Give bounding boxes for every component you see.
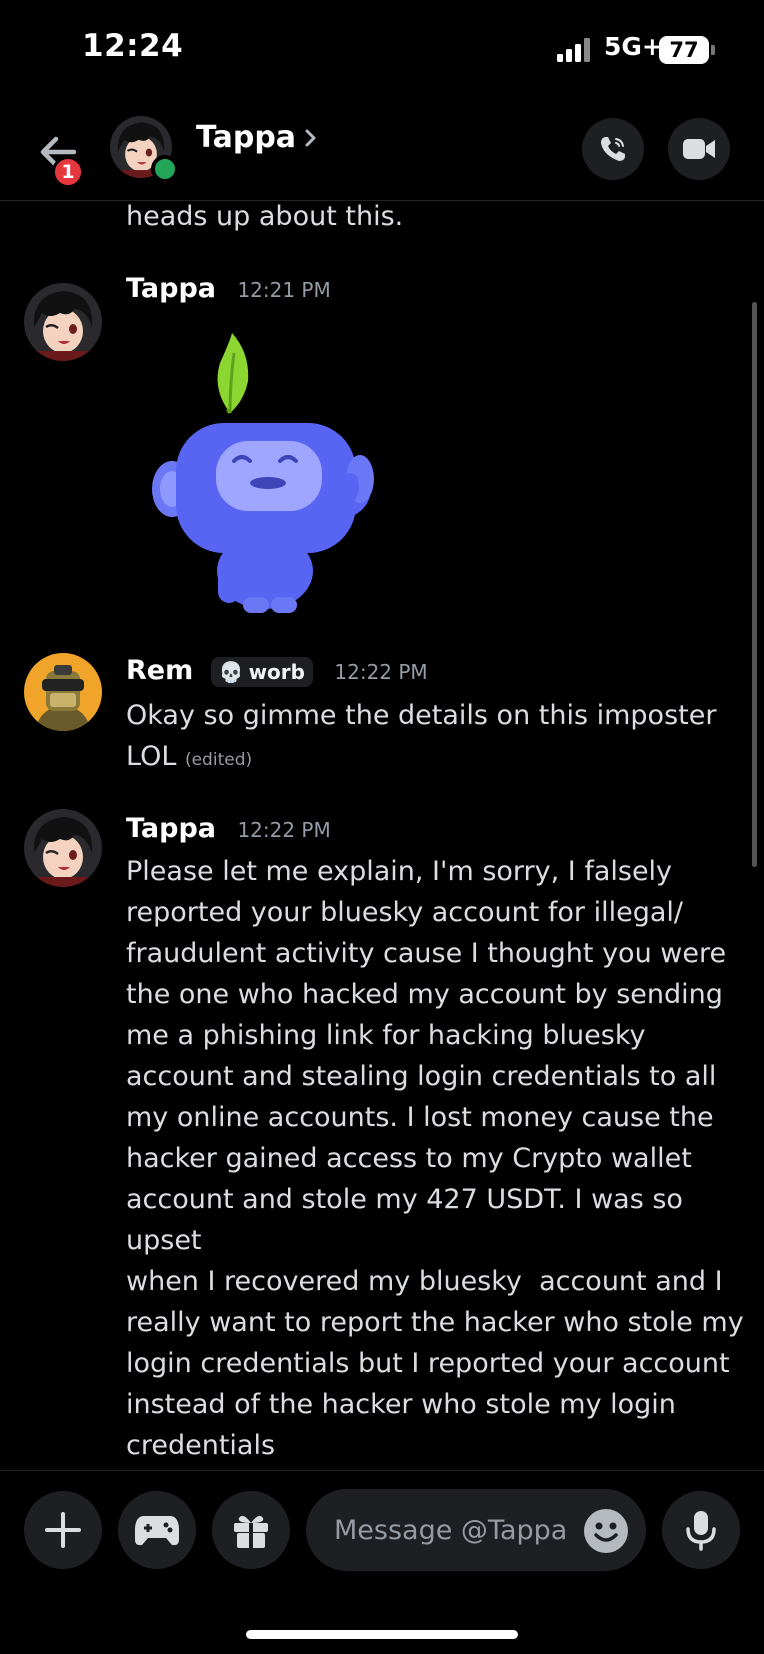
server-tag-label: worb (248, 659, 305, 684)
battery-nub (711, 45, 715, 55)
wumpus-waving-sticker[interactable] (150, 331, 390, 621)
unread-badge: 1 (52, 156, 84, 188)
timestamp: 12:22 PM (237, 818, 331, 842)
voice-call-button[interactable] (582, 118, 644, 180)
status-time: 12:24 (82, 28, 184, 64)
add-attachment-button[interactable] (24, 1491, 102, 1569)
message-line: account and stole my 427 USDT. I was so … (126, 1184, 683, 1256)
message-line: account and stealing login credentials t… (126, 1061, 717, 1092)
message-text: Okay so gimme the details on this impost… (126, 695, 746, 781)
timestamp: 12:22 PM (334, 660, 428, 684)
avatar[interactable] (24, 809, 102, 887)
page-title[interactable]: Tappa (196, 120, 296, 155)
message-text: Please let me explain, I'm sorry, I fals… (126, 851, 756, 1466)
avatar[interactable] (24, 653, 102, 731)
timestamp: 12:21 PM (237, 278, 331, 302)
message-header: Tappa 12:22 PM (126, 813, 331, 844)
message-line: credentials (126, 1430, 276, 1461)
smiley-icon (594, 1522, 618, 1542)
gift-icon (234, 1515, 268, 1548)
activities-button[interactable] (118, 1491, 196, 1569)
author-name[interactable]: Tappa (126, 273, 216, 304)
author-name[interactable]: Rem (126, 655, 193, 686)
message-line: fraudulent activity cause I thought you … (126, 938, 727, 969)
chevron-right-icon[interactable] (303, 126, 319, 150)
dm-header: 1 Tappa (0, 100, 764, 201)
gift-button[interactable] (212, 1491, 290, 1569)
message-line: reported your bluesky account for illega… (126, 897, 684, 928)
battery-icon: 77 (659, 36, 709, 64)
signal-icon (557, 38, 591, 62)
gamepad-icon (135, 1516, 179, 1546)
message-line: login credentials but I reported your ac… (126, 1348, 730, 1379)
emoji-button[interactable] (584, 1509, 628, 1553)
message-list[interactable]: heads up about this. Tappa 12:21 PM Rem … (0, 201, 764, 1471)
edited-label: (edited) (184, 750, 253, 770)
avatar[interactable] (24, 283, 102, 361)
message-line: Please let me explain, I'm sorry, I fals… (126, 856, 673, 887)
message-line: when I recovered my bluesky account and … (126, 1266, 723, 1297)
plus-icon (45, 1512, 81, 1548)
network-label: 5G+ (604, 32, 663, 61)
battery-level: 77 (669, 38, 699, 62)
microphone-icon (686, 1511, 716, 1551)
skull-icon: 💀 (218, 659, 244, 684)
voice-message-button[interactable] (662, 1491, 740, 1569)
phone-icon (601, 137, 625, 161)
message-line: the one who hacked my account by sending (126, 979, 723, 1010)
message-composer: Message @Tappa (0, 1470, 764, 1654)
message-header: Tappa 12:21 PM (126, 273, 331, 304)
message-text: heads up about this. (126, 201, 404, 232)
online-status-indicator (151, 155, 179, 183)
video-call-button[interactable] (668, 118, 730, 180)
video-camera-icon (683, 139, 715, 159)
message-line: me a phishing link for hacking bluesky (126, 1020, 646, 1051)
author-name[interactable]: Tappa (126, 813, 216, 844)
server-tag[interactable]: 💀 worb (210, 656, 313, 687)
message-line: hacker gained access to my Crypto wallet (126, 1143, 692, 1174)
message-header: Rem 💀 worb 12:22 PM (126, 655, 428, 687)
message-line: really want to report the hacker who sto… (126, 1307, 744, 1338)
message-line: my online accounts. I lost money cause t… (126, 1102, 714, 1133)
scrollbar[interactable] (752, 302, 757, 867)
status-bar: 12:24 5G+ 77 (0, 0, 764, 100)
home-indicator[interactable] (246, 1630, 518, 1639)
message-line: instead of the hacker who stole my login (126, 1389, 676, 1420)
